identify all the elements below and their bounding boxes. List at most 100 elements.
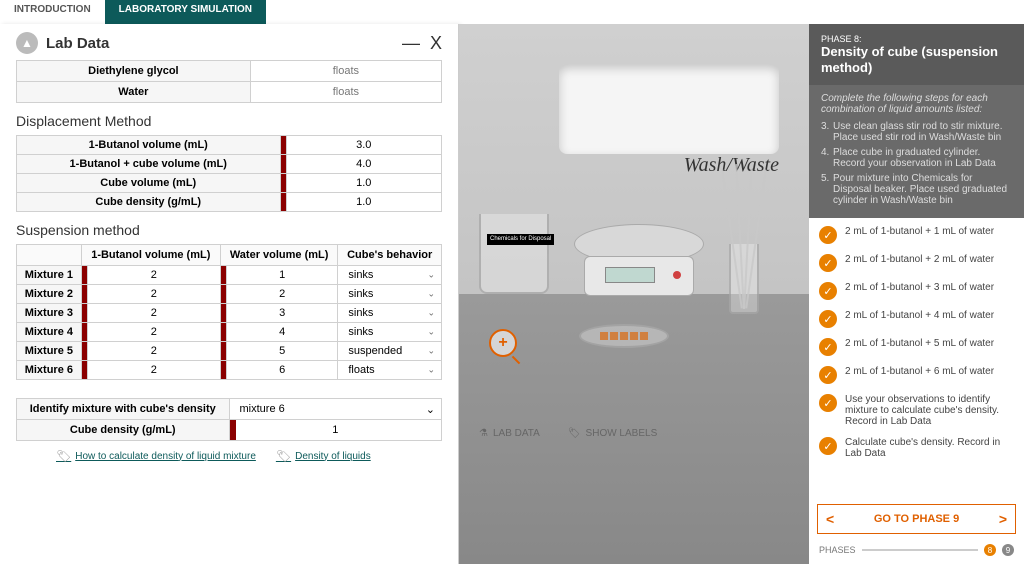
- check-icon: ✓: [819, 366, 837, 384]
- link-density-mixture[interactable]: 🏷How to calculate density of liquid mixt…: [56, 449, 256, 463]
- checklist-item[interactable]: ✓2 mL of 1-butanol + 2 mL of water: [819, 254, 1014, 272]
- chevron-down-icon: ⌄: [427, 346, 435, 357]
- table-row-label: Mixture 1: [17, 266, 82, 285]
- close-button[interactable]: X: [430, 33, 442, 54]
- butanol-value[interactable]: 2: [87, 304, 220, 323]
- check-icon: ✓: [819, 282, 837, 300]
- checklist-item[interactable]: ✓2 mL of 1-butanol + 3 mL of water: [819, 282, 1014, 300]
- behavior-select[interactable]: sinks⌄: [338, 266, 442, 285]
- check-icon: ✓: [819, 394, 837, 412]
- table-label: 1-Butanol + cube volume (mL): [17, 155, 281, 174]
- table-row-label: Mixture 2: [17, 285, 82, 304]
- cube-density-value[interactable]: 1: [332, 424, 338, 436]
- flask-icon: ▲: [16, 32, 38, 54]
- chevron-right-icon: >: [999, 511, 1007, 527]
- table-row-label: Mixture 4: [17, 323, 82, 342]
- link-density-liquids[interactable]: 🏷Density of liquids: [276, 449, 371, 463]
- simulation-area[interactable]: Wash/Waste Chemicals for Disposal + ⚗LAB…: [459, 24, 809, 564]
- table-header: 1-Butanol volume (mL): [81, 245, 220, 266]
- petri-dish-cubes[interactable]: [579, 324, 669, 348]
- tab-laboratory-simulation[interactable]: LABORATORY SIMULATION: [105, 0, 266, 24]
- water-value[interactable]: 4: [226, 323, 337, 342]
- table-value[interactable]: 1.0: [286, 174, 442, 193]
- show-labels-toggle[interactable]: 🏷SHOW LABELS: [568, 428, 657, 439]
- table-row-label: Mixture 5: [17, 342, 82, 361]
- table-value[interactable]: 1.0: [286, 193, 442, 212]
- table-label: Diethylene glycol: [17, 61, 251, 82]
- checklist-item[interactable]: ✓Calculate cube's density. Record in Lab…: [819, 437, 1014, 459]
- table-header: Cube's behavior: [338, 245, 442, 266]
- phase-title: Density of cube (suspension method): [821, 44, 1012, 75]
- panel-title: Lab Data: [46, 35, 109, 52]
- chevron-down-icon: ⌄: [427, 327, 435, 338]
- flask-icon: ⚗: [479, 428, 488, 439]
- suspension-title: Suspension method: [16, 222, 442, 238]
- table-header: [17, 245, 82, 266]
- table-row-label: Mixture 3: [17, 304, 82, 323]
- balance-scale[interactable]: [569, 224, 709, 304]
- butanol-value[interactable]: 2: [87, 361, 220, 380]
- phase-slider[interactable]: [862, 549, 978, 551]
- zoom-button[interactable]: +: [489, 329, 517, 357]
- chevron-left-icon: <: [826, 511, 834, 527]
- tab-introduction[interactable]: INTRODUCTION: [0, 0, 105, 24]
- disposal-beaker-label: Chemicals for Disposal: [487, 234, 554, 245]
- checklist-item[interactable]: ✓2 mL of 1-butanol + 4 mL of water: [819, 310, 1014, 328]
- butanol-value[interactable]: 2: [87, 323, 220, 342]
- check-icon: ✓: [819, 226, 837, 244]
- stir-rods[interactable]: [719, 164, 769, 314]
- instruction-step: 5.Pour mixture into Chemicals for Dispos…: [821, 173, 1012, 206]
- behavior-select[interactable]: sinks⌄: [338, 285, 442, 304]
- phase-instructions-lead: Complete the following steps for each co…: [821, 93, 1012, 115]
- chevron-down-icon: ⌄: [427, 365, 435, 376]
- behavior-select[interactable]: suspended⌄: [338, 342, 442, 361]
- instruction-step: 3.Use clean glass stir rod to stir mixtu…: [821, 121, 1012, 143]
- minimize-button[interactable]: —: [402, 33, 420, 54]
- table-label: Cube volume (mL): [17, 174, 281, 193]
- checklist-item[interactable]: ✓Use your observations to identify mixtu…: [819, 394, 1014, 427]
- check-icon: ✓: [819, 338, 837, 356]
- tag-icon: 🏷: [56, 449, 71, 463]
- identify-label: Identify mixture with cube's density: [17, 399, 230, 420]
- phase-dot-next[interactable]: 9: [1002, 544, 1014, 556]
- table-value[interactable]: 4.0: [286, 155, 442, 174]
- water-value[interactable]: 2: [226, 285, 337, 304]
- water-value[interactable]: 6: [226, 361, 337, 380]
- table-header: Water volume (mL): [220, 245, 337, 266]
- table-value: floats: [250, 82, 441, 103]
- checklist-item[interactable]: ✓2 mL of 1-butanol + 5 mL of water: [819, 338, 1014, 356]
- cube-density-label: Cube density (g/mL): [17, 420, 230, 441]
- behavior-select[interactable]: sinks⌄: [338, 304, 442, 323]
- displacement-title: Displacement Method: [16, 113, 442, 129]
- water-value[interactable]: 5: [226, 342, 337, 361]
- check-icon: ✓: [819, 437, 837, 455]
- identify-select[interactable]: mixture 6⌄: [229, 399, 442, 420]
- go-to-phase-button[interactable]: < GO TO PHASE 9 >: [817, 504, 1016, 534]
- check-icon: ✓: [819, 254, 837, 272]
- phases-label: PHASES: [819, 545, 856, 555]
- behavior-select[interactable]: floats⌄: [338, 361, 442, 380]
- table-label: Water: [17, 82, 251, 103]
- table-value[interactable]: 3.0: [286, 136, 442, 155]
- behavior-select[interactable]: sinks⌄: [338, 323, 442, 342]
- butanol-value[interactable]: 2: [87, 342, 220, 361]
- disposal-beaker[interactable]: [479, 214, 549, 294]
- butanol-value[interactable]: 2: [87, 266, 220, 285]
- wash-waste-bin[interactable]: [559, 64, 779, 154]
- checklist-item[interactable]: ✓2 mL of 1-butanol + 1 mL of water: [819, 226, 1014, 244]
- chevron-down-icon: ⌄: [427, 289, 435, 300]
- phase-dot-current[interactable]: 8: [984, 544, 996, 556]
- lab-data-panel: ▲ Lab Data — X Diethylene glycolfloatsWa…: [0, 24, 459, 564]
- water-value[interactable]: 3: [226, 304, 337, 323]
- check-icon: ✓: [819, 310, 837, 328]
- water-value[interactable]: 1: [226, 266, 337, 285]
- phase-label: PHASE 8:: [821, 34, 1012, 44]
- tag-icon: 🏷: [276, 449, 291, 463]
- lab-data-toggle[interactable]: ⚗LAB DATA: [479, 428, 540, 439]
- tag-icon: 🏷: [568, 428, 581, 439]
- checklist-item[interactable]: ✓2 mL of 1-butanol + 6 mL of water: [819, 366, 1014, 384]
- table-label: Cube density (g/mL): [17, 193, 281, 212]
- table-row-label: Mixture 6: [17, 361, 82, 380]
- butanol-value[interactable]: 2: [87, 285, 220, 304]
- chevron-down-icon: ⌄: [427, 270, 435, 281]
